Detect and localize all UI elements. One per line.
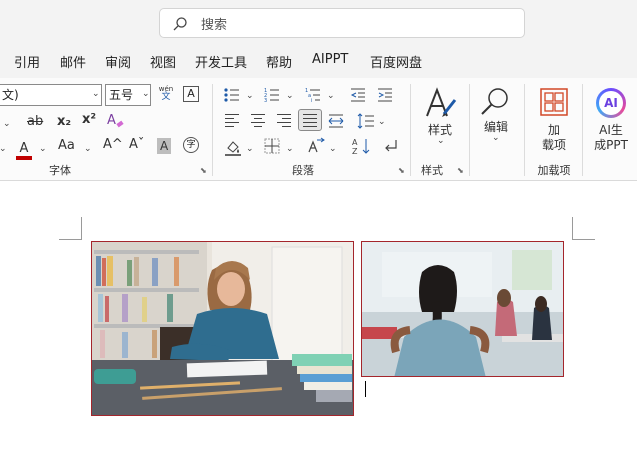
menu-mailings[interactable]: 邮件 [60, 52, 86, 71]
paragraph-group-label: 段落 [292, 164, 314, 177]
editing-dropdown-icon[interactable]: ⌄ [492, 133, 500, 143]
multilevel-dropdown-icon[interactable]: ⌄ [327, 91, 335, 101]
text-direction-dropdown-icon[interactable]: ⌄ [329, 144, 337, 154]
decrease-indent-icon[interactable] [350, 87, 366, 107]
photo-girl-writing-image [92, 242, 353, 415]
text-cursor [365, 381, 366, 397]
subscript-button[interactable]: x₂ [57, 114, 71, 130]
numbering-dropdown-icon[interactable]: ⌄ [286, 91, 294, 101]
justify-icon [303, 114, 317, 130]
separator [410, 84, 411, 176]
photo-girl-classroom[interactable] [361, 241, 564, 377]
eraser-icon [116, 120, 124, 128]
addins-icon[interactable] [540, 88, 568, 120]
separator [524, 84, 525, 176]
search-box[interactable]: 搜索 [159, 8, 525, 38]
increase-indent-icon[interactable] [377, 87, 393, 107]
font-color-button[interactable]: A [16, 137, 32, 160]
borders-dropdown-icon[interactable]: ⌄ [286, 144, 294, 154]
ribbon: 文) ⌄ 五号 ⌄ wén 文 A ⌄ ab x₂ x² A ⌄ A ⌄ Aa … [0, 78, 637, 181]
styles-dropdown-icon[interactable]: ⌄ [437, 136, 445, 146]
search-placeholder: 搜索 [201, 18, 228, 33]
menu-view[interactable]: 视图 [150, 52, 176, 71]
svg-text:Z: Z [352, 147, 358, 155]
borders-icon[interactable] [264, 138, 280, 158]
strikethrough-button[interactable]: ab [27, 114, 43, 130]
svg-text:3: 3 [264, 98, 267, 103]
superscript-button[interactable]: x² [82, 112, 96, 128]
separator [582, 84, 583, 176]
shading-dropdown-icon[interactable]: ⌄ [246, 144, 254, 154]
photo-girl-writing[interactable] [91, 241, 354, 416]
align-left-icon[interactable] [225, 114, 239, 130]
font-color-bar [16, 156, 32, 160]
character-border-button[interactable]: A [183, 86, 199, 102]
font-group-label: 字体 [49, 164, 71, 177]
separator [469, 84, 470, 176]
addins-group-label: 加载项 [537, 164, 571, 177]
shrink-font-button[interactable]: Aˇ [129, 137, 144, 153]
distributed-icon[interactable] [328, 113, 344, 133]
menu-review[interactable]: 审阅 [105, 52, 131, 71]
menu-developer[interactable]: 开发工具 [195, 52, 247, 71]
numbering-icon[interactable]: 123 [264, 87, 280, 107]
menu-aippt[interactable]: AIPPT [312, 52, 348, 67]
phonetic-guide-button[interactable]: wén 文 [158, 85, 174, 102]
ai-ppt-label-line2[interactable]: 成PPT [591, 136, 631, 153]
text-direction-icon[interactable] [307, 137, 325, 159]
menu-help[interactable]: 帮助 [266, 52, 292, 71]
find-icon[interactable] [479, 86, 511, 122]
change-case-button[interactable]: Aa [58, 138, 75, 154]
character-shading-button[interactable]: A [157, 138, 172, 154]
font-size-dropdown-icon[interactable]: ⌄ [142, 89, 150, 99]
bullets-icon[interactable] [224, 87, 239, 107]
photo-girl-classroom-image [362, 242, 563, 376]
font-name-box[interactable]: 文) [0, 84, 102, 106]
margin-mark-right [572, 217, 595, 240]
enclose-characters-button[interactable]: 字 [183, 137, 199, 153]
styles-group-label: 样式 [421, 164, 443, 177]
sort-icon[interactable]: AZ [352, 137, 372, 159]
font-size-value: 五号 [109, 88, 134, 102]
font-name-dropdown-icon[interactable]: ⌄ [92, 89, 100, 99]
menu-baidu-netdisk[interactable]: 百度网盘 [370, 52, 422, 71]
ai-ppt-icon-text: AI [599, 91, 623, 115]
line-spacing-dropdown-icon[interactable]: ⌄ [378, 117, 386, 127]
paragraph-dialog-launcher-icon[interactable]: ⬊ [398, 166, 405, 175]
separator [212, 84, 213, 176]
menu-references[interactable]: 引用 [14, 52, 40, 71]
font-dialog-launcher-icon[interactable]: ⬊ [200, 166, 207, 175]
show-marks-icon[interactable] [383, 138, 399, 158]
align-right-icon[interactable] [277, 114, 291, 130]
styles-icon[interactable] [424, 86, 458, 124]
font-color-dropdown-icon[interactable]: ⌄ [39, 144, 47, 154]
change-case-dropdown-icon[interactable]: ⌄ [84, 144, 92, 154]
highlight-dropdown-icon[interactable]: ⌄ [0, 144, 7, 154]
phonetic-guide-bottom: 文 [161, 92, 171, 102]
justify-button[interactable] [298, 109, 322, 131]
font-name-value: 文) [2, 88, 19, 102]
margin-mark-left [59, 217, 82, 240]
bullets-dropdown-icon[interactable]: ⌄ [246, 91, 254, 101]
grow-font-button[interactable]: A^ [103, 137, 123, 153]
addins-button-label-line2[interactable]: 载项 [538, 136, 570, 153]
character-border-letter: A [187, 87, 195, 100]
align-center-icon[interactable] [251, 114, 265, 130]
line-spacing-icon[interactable] [357, 113, 375, 133]
svg-text:A: A [352, 138, 358, 147]
multilevel-list-icon[interactable]: 1ai [305, 87, 321, 107]
svg-text:i: i [311, 98, 312, 103]
shading-icon[interactable] [224, 138, 242, 160]
search-icon [173, 17, 187, 31]
styles-dialog-launcher-icon[interactable]: ⬊ [457, 166, 464, 175]
clear-formatting-icon[interactable]: A [107, 113, 116, 129]
format-dropdown-icon[interactable]: ⌄ [3, 119, 11, 129]
font-color-letter: A [19, 141, 29, 156]
ai-ppt-icon[interactable]: AI [596, 88, 626, 118]
